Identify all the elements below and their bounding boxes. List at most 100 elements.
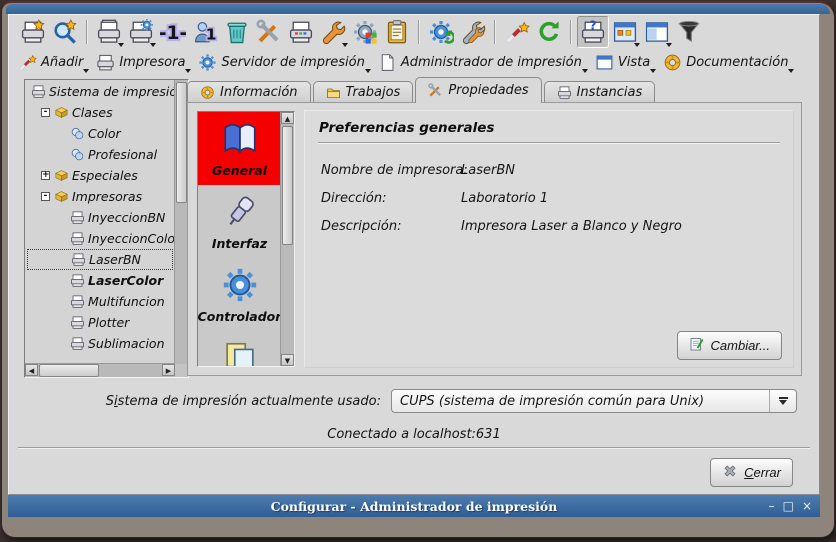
menu-documentaci-n[interactable]: Documentación — [660, 51, 798, 74]
tree-item-clases[interactable]: -Clases — [27, 102, 173, 123]
menu-a-adir[interactable]: Añadir — [15, 51, 93, 74]
tree-item-lasercolor[interactable]: LaserColor — [27, 270, 173, 291]
printer-spool-icon — [128, 19, 154, 45]
print-system-combobox[interactable]: CUPS (sistema de impresión común para Un… — [391, 389, 797, 413]
printer-icon — [96, 53, 115, 72]
tree-expander-icon[interactable]: - — [41, 108, 50, 117]
printer-icon — [70, 294, 85, 309]
printer-state-icon — [96, 19, 122, 45]
tree-item-color[interactable]: Color — [27, 123, 173, 144]
export-driver-button[interactable] — [349, 16, 381, 48]
minimize-button[interactable]: – — [769, 500, 775, 512]
package-icon — [54, 189, 69, 204]
maximize-button[interactable]: □ — [783, 500, 794, 512]
document-icon — [378, 53, 397, 72]
filter-button[interactable] — [673, 16, 705, 48]
change-button[interactable]: Cambiar... — [677, 331, 782, 360]
section-r-tulos[interactable]: Rótulos — [198, 331, 281, 366]
field-label: Descripción: — [321, 219, 401, 234]
tab-trabajos[interactable]: Trabajos — [313, 81, 414, 103]
printer-tools-button[interactable] — [317, 16, 349, 48]
tree-vscroll-thumb[interactable] — [176, 82, 187, 203]
tree-hscroll-thumb[interactable] — [39, 364, 99, 377]
set-user-default-icon: 1 — [192, 19, 218, 45]
printer-icon — [31, 84, 46, 99]
tree-item-laserbn[interactable]: LaserBN — [27, 249, 173, 270]
tools-icon — [428, 83, 443, 98]
section-general[interactable]: General — [198, 112, 281, 185]
tab-propiedades[interactable]: Propiedades — [415, 77, 541, 103]
combobox-value: CUPS (sistema de impresión común para Un… — [392, 394, 769, 409]
svg-text:1: 1 — [206, 25, 217, 43]
close-button[interactable]: Cerrar — [710, 458, 793, 487]
tree-item-impresoras[interactable]: -Impresoras — [27, 186, 173, 207]
toolbar-separator — [494, 20, 496, 44]
job-report-button[interactable] — [381, 16, 413, 48]
wizard-button[interactable] — [501, 16, 533, 48]
add-printer-wizard-button[interactable] — [17, 16, 49, 48]
close-button[interactable]: × — [802, 500, 812, 512]
tree-expander-icon[interactable]: - — [41, 192, 50, 201]
orientation-icon — [644, 19, 670, 45]
field-value: Laboratorio 1 — [461, 191, 548, 206]
view-mode-button[interactable] — [609, 16, 641, 48]
scroll-up-icon[interactable]: ▲ — [281, 112, 294, 124]
printer-state-button[interactable] — [93, 16, 125, 48]
tree-item-plotter[interactable]: Plotter — [27, 312, 173, 333]
export-driver-icon — [352, 19, 378, 45]
add-special-printer-button[interactable] — [49, 16, 81, 48]
controlador-icon — [221, 266, 259, 307]
section-header: Preferencias generales — [319, 120, 494, 136]
set-local-default-button[interactable]: -1- — [157, 16, 189, 48]
class-icon — [70, 126, 85, 141]
remove-printer-button[interactable] — [221, 16, 253, 48]
tree-item-profesional[interactable]: Profesional — [27, 144, 173, 165]
tree-vertical-scrollbar[interactable] — [174, 80, 188, 364]
tree-item-especiales[interactable]: +Especiales — [27, 165, 173, 186]
menu-administrador-de-impresi-n[interactable]: Administrador de impresión — [375, 51, 592, 74]
add-printer-wizard-icon — [20, 19, 46, 45]
print-test-page-button[interactable] — [285, 16, 317, 48]
printer-infos-button[interactable]: ? — [577, 16, 609, 48]
field-value: Impresora Laser a Blanco y Negro — [461, 219, 682, 234]
tree-item-inyeccionbn[interactable]: InyeccionBN — [27, 207, 173, 228]
tree-item-sistema-de-impresi-n[interactable]: Sistema de impresión — [27, 81, 173, 102]
dropdown-arrow-icon — [666, 43, 672, 47]
print-system-label: Sistema de impresión actualmente usado: — [9, 394, 381, 409]
configure-server-button[interactable] — [457, 16, 489, 48]
chevron-down-icon[interactable] — [769, 390, 796, 412]
scroll-down-icon[interactable]: ▼ — [281, 354, 294, 366]
tree-horizontal-scrollbar[interactable]: ◀ ▶ — [25, 363, 175, 377]
tab-informaci-n[interactable]: Información — [187, 81, 311, 103]
section-controlador[interactable]: Controlador — [198, 258, 281, 331]
tree-item-inyeccioncolor[interactable]: InyeccionColor — [27, 228, 173, 249]
menu-impresora[interactable]: Impresora — [93, 51, 195, 74]
section-interfaz[interactable]: Interfaz — [198, 185, 281, 258]
printer-icon — [70, 336, 85, 351]
printer-icon — [557, 85, 572, 100]
tree-item-multifuncion[interactable]: Multifuncion — [27, 291, 173, 312]
printer-spool-button[interactable] — [125, 16, 157, 48]
printer-icon — [71, 252, 86, 267]
tree-item-sublimacion[interactable]: Sublimacion — [27, 333, 173, 354]
scroll-left-icon[interactable]: ◀ — [25, 364, 38, 376]
section-scroll-thumb[interactable] — [282, 126, 293, 245]
scroll-right-icon[interactable]: ▶ — [162, 364, 175, 376]
menu-servidor-de-impresi-n[interactable]: Servidor de impresión — [195, 51, 374, 74]
configure-printer-button[interactable] — [253, 16, 285, 48]
orientation-button[interactable] — [641, 16, 673, 48]
titlebar[interactable]: Configurar - Administrador de impresión … — [8, 495, 820, 517]
configure-server-icon — [460, 19, 486, 45]
printer-icon — [70, 231, 85, 246]
refresh-view-button[interactable] — [533, 16, 565, 48]
section-list-scrollbar[interactable]: ▲ ▼ — [280, 112, 294, 366]
footer-divider — [18, 447, 810, 449]
menu-vista[interactable]: Vista — [592, 51, 660, 74]
window-frame: -1- 1? AñadirImpresoraServidor de impresi… — [1, 1, 835, 538]
dropdown-arrow-icon — [118, 43, 124, 47]
restart-server-button[interactable] — [425, 16, 457, 48]
toolbar-separator — [418, 20, 420, 44]
set-user-default-button[interactable]: 1 — [189, 16, 221, 48]
tree-expander-icon[interactable]: + — [41, 171, 50, 180]
tab-instancias[interactable]: Instancias — [544, 81, 656, 103]
